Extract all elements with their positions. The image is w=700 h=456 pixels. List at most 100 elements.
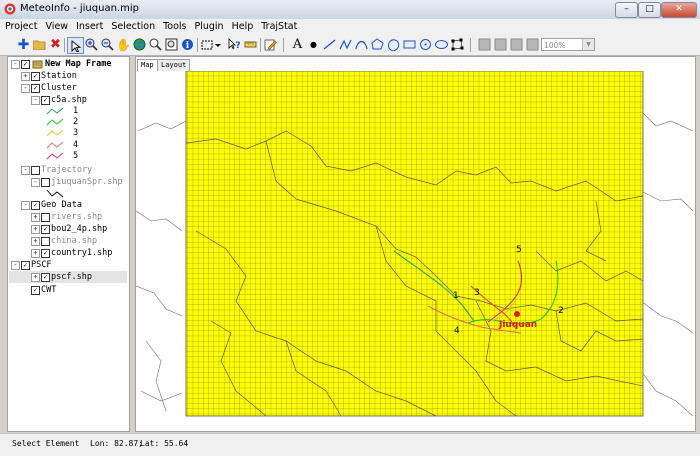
- layer-bou2[interactable]: bou2_4p.shp: [51, 224, 107, 235]
- minimize-button[interactable]: –: [615, 2, 638, 18]
- svg-text:?: ?: [235, 41, 240, 51]
- layout-page-icon[interactable]: [477, 37, 492, 52]
- select-box-icon[interactable]: [200, 37, 222, 52]
- expand-toggle[interactable]: +: [21, 72, 30, 81]
- layer-c5a[interactable]: c5a.shp: [51, 95, 87, 106]
- freehand-polygon-icon[interactable]: [386, 37, 401, 52]
- menu-view[interactable]: View: [43, 19, 72, 35]
- menu-insert[interactable]: Insert: [73, 19, 106, 35]
- traj-layer-checkbox[interactable]: [41, 178, 50, 187]
- traj-label-4: 4: [454, 326, 460, 336]
- zoom-level-value: 100%: [544, 41, 566, 50]
- title-bar: MeteoInfo - jiuquan.mip – □ ✕: [0, 0, 700, 20]
- group-cluster[interactable]: Cluster: [41, 83, 77, 94]
- root-checkbox[interactable]: ✓: [21, 60, 30, 69]
- geodata-checkbox[interactable]: ✓: [31, 201, 40, 210]
- pan-hand-icon[interactable]: ✋: [116, 37, 131, 52]
- layer-jiuquanspr[interactable]: jiuquanSpr.shp: [51, 177, 123, 188]
- c5a-checkbox[interactable]: ✓: [41, 96, 50, 105]
- pscf-checkbox[interactable]: ✓: [21, 261, 30, 270]
- select-pointer-icon[interactable]: [67, 37, 84, 54]
- cluster-line-symbol: [46, 152, 64, 160]
- expand-toggle[interactable]: +: [31, 237, 40, 246]
- country-checkbox[interactable]: ✓: [41, 249, 50, 258]
- menu-trajstat[interactable]: TrajStat: [258, 19, 300, 35]
- trajectory-checkbox[interactable]: [31, 166, 40, 175]
- layer-rivers[interactable]: rivers.shp: [51, 212, 102, 223]
- zoom-to-layer-icon[interactable]: [164, 37, 179, 52]
- rectangle-tool-icon[interactable]: [402, 37, 417, 52]
- ellipse-tool-icon[interactable]: [434, 37, 449, 52]
- layer-china[interactable]: china.shp: [51, 236, 97, 247]
- bou2-checkbox[interactable]: ✓: [41, 225, 50, 234]
- app-logo-icon: [4, 3, 16, 15]
- add-layer-icon[interactable]: ✚: [16, 37, 31, 53]
- expand-toggle[interactable]: +: [31, 213, 40, 222]
- menu-plugin[interactable]: Plugin: [192, 19, 227, 35]
- menu-project[interactable]: Project: [2, 19, 41, 35]
- cluster-checkbox[interactable]: ✓: [31, 84, 40, 93]
- station-checkbox[interactable]: ✓: [31, 72, 40, 81]
- menu-selection[interactable]: Selection: [108, 19, 158, 35]
- group-cwt[interactable]: CWT: [41, 285, 56, 296]
- expand-toggle[interactable]: +: [31, 249, 40, 258]
- group-trajectory[interactable]: Trajectory: [41, 165, 92, 176]
- point-tool-icon[interactable]: ●: [306, 37, 321, 52]
- zoom-in-icon[interactable]: [84, 37, 99, 52]
- polygon-tool-icon[interactable]: [370, 37, 385, 52]
- polyline-tool-icon[interactable]: [338, 37, 353, 52]
- map-canvas[interactable]: 1 2 3 4 5 Jiuquan: [136, 71, 693, 431]
- curve-tool-icon[interactable]: [354, 37, 369, 52]
- toolbar: ✚ ✖ ✋ i ? A ● 100% ▼: [0, 35, 700, 56]
- maximize-button[interactable]: □: [638, 2, 661, 18]
- cluster-line-symbol: [46, 129, 64, 137]
- rivers-checkbox[interactable]: [41, 213, 50, 222]
- zoom-level-select[interactable]: 100% ▼: [541, 38, 595, 51]
- open-folder-icon[interactable]: [32, 37, 47, 52]
- window-title: MeteoInfo - jiuquan.mip: [20, 3, 139, 14]
- collapse-toggle[interactable]: -: [21, 201, 30, 210]
- full-extent-globe-icon[interactable]: [132, 37, 147, 52]
- layout-zoom-in-icon[interactable]: [509, 37, 524, 52]
- line-tool-icon[interactable]: [322, 37, 337, 52]
- menu-tools[interactable]: Tools: [160, 19, 189, 35]
- collapse-toggle[interactable]: -: [21, 84, 30, 93]
- edit-vertices-icon[interactable]: [450, 37, 465, 52]
- china-checkbox[interactable]: [41, 237, 50, 246]
- cwt-checkbox[interactable]: ✓: [31, 286, 40, 295]
- layout-zoom-out-icon[interactable]: [525, 37, 540, 52]
- tab-map[interactable]: Map: [137, 59, 158, 71]
- layer-tree: - ✓ New Map Frame + ✓ Station - ✓ Cluste…: [7, 56, 130, 432]
- group-pscf[interactable]: PSCF: [31, 260, 51, 271]
- collapse-toggle[interactable]: -: [31, 96, 40, 105]
- edit-layer-icon[interactable]: [263, 37, 278, 52]
- expand-toggle[interactable]: +: [31, 273, 40, 282]
- collapse-toggle[interactable]: -: [21, 166, 30, 175]
- status-lat: Lat: 55.64: [140, 439, 189, 448]
- group-geodata[interactable]: Geo Data: [41, 200, 82, 211]
- layer-pscf[interactable]: pscf.shp: [51, 272, 92, 283]
- cluster-line-symbols: [46, 107, 64, 160]
- remove-layer-icon[interactable]: ✖: [48, 37, 63, 52]
- collapse-toggle[interactable]: -: [31, 178, 40, 187]
- layout-fit-icon[interactable]: [493, 37, 508, 52]
- expand-toggle[interactable]: +: [31, 225, 40, 234]
- collapse-toggle[interactable]: -: [11, 261, 20, 270]
- text-tool-icon[interactable]: A: [290, 37, 305, 52]
- group-station[interactable]: Station: [41, 71, 77, 82]
- menu-help[interactable]: Help: [229, 19, 257, 35]
- zoom-out-icon[interactable]: [100, 37, 115, 52]
- chevron-down-icon[interactable]: ▼: [582, 39, 594, 50]
- collapse-toggle[interactable]: -: [11, 60, 20, 69]
- close-button[interactable]: ✕: [661, 2, 697, 18]
- help-cursor-icon[interactable]: ?: [227, 37, 242, 52]
- map-frame-label[interactable]: New Map Frame: [45, 59, 112, 70]
- magnifier-icon[interactable]: [148, 37, 163, 52]
- layer-country1[interactable]: country1.shp: [51, 248, 112, 259]
- identify-info-icon[interactable]: i: [180, 37, 195, 52]
- traj-label-2: 2: [558, 306, 564, 316]
- pscf-layer-checkbox[interactable]: ✓: [41, 273, 50, 282]
- measure-icon[interactable]: [243, 37, 258, 52]
- circle-tool-icon[interactable]: [418, 37, 433, 52]
- tab-layout[interactable]: Layout: [157, 59, 191, 71]
